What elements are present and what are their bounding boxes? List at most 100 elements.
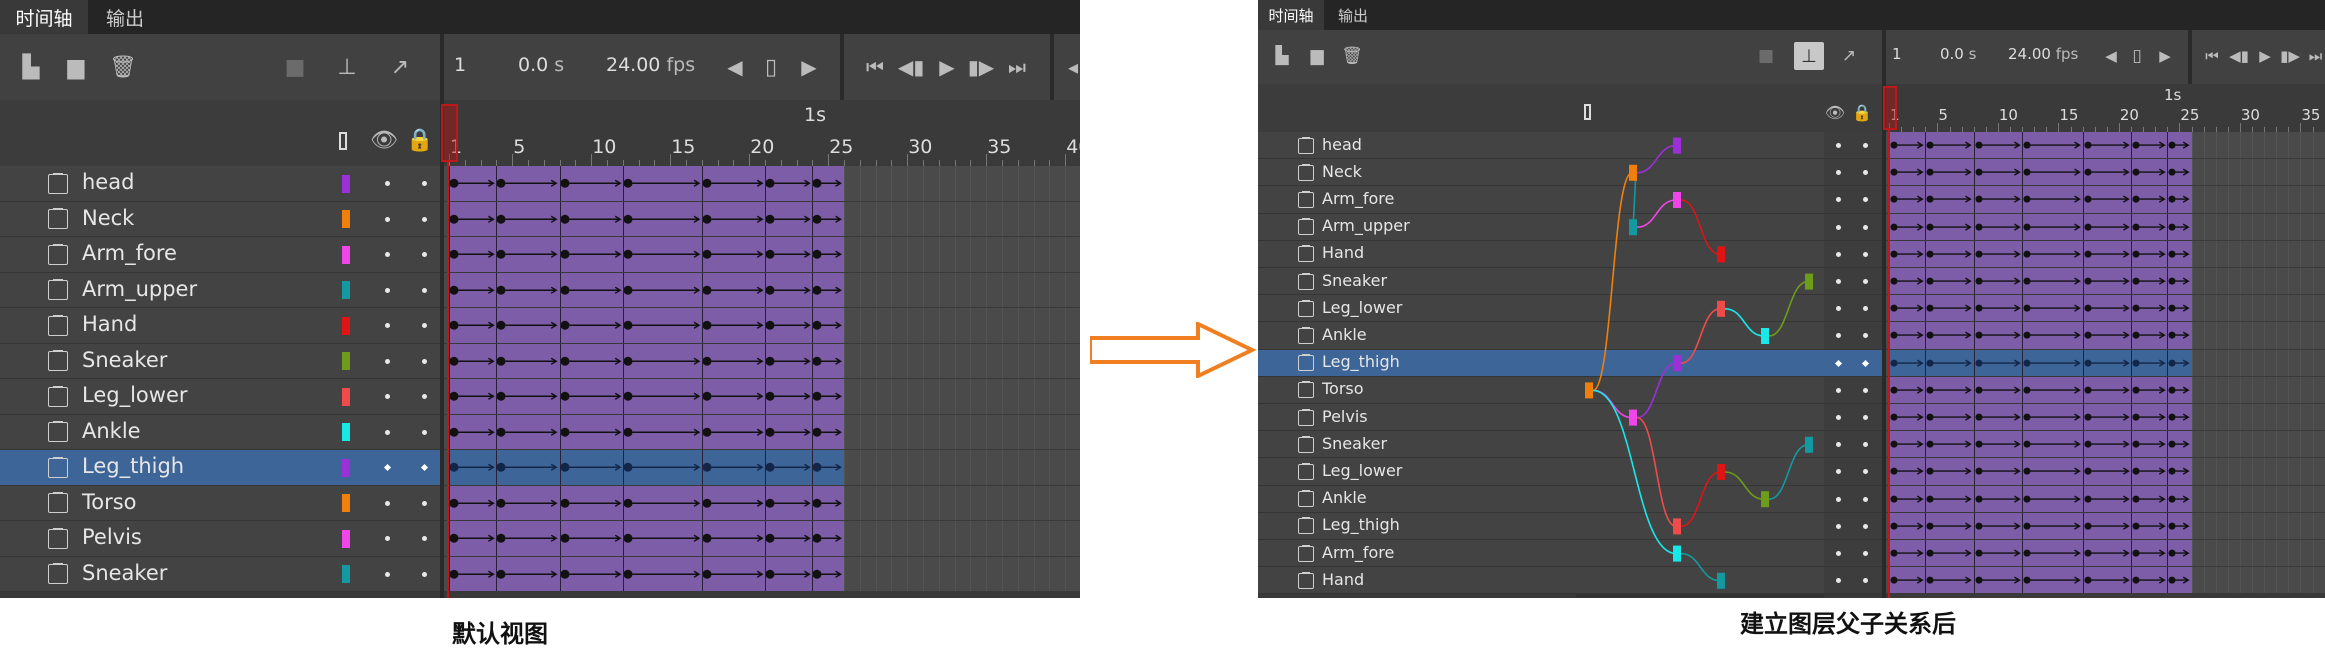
frame-row[interactable] [444,201,1080,236]
parent-node-swatch[interactable] [1629,409,1637,426]
camera-icon[interactable]: ■ [280,54,310,80]
keyframe-segment[interactable] [559,272,623,307]
keyframe-segment[interactable] [496,201,559,236]
lock-dot[interactable] [422,252,427,258]
lock-dot[interactable] [422,394,427,400]
layer-color-swatch[interactable] [342,529,350,548]
keyframe-segment[interactable] [622,308,702,343]
layer-color-swatch[interactable] [342,316,350,335]
lock-dot[interactable] [422,500,427,506]
keyframe-segment[interactable] [559,166,623,201]
graph-icon[interactable]: ↗ [386,54,414,80]
keyframe-segment[interactable] [496,414,559,449]
keyframe-segment[interactable] [496,308,559,343]
more-icon[interactable]: ◂ [1066,54,1080,80]
tween-span[interactable] [449,485,844,520]
highlight-icon[interactable] [339,132,347,150]
lock-dot[interactable] [422,358,427,364]
keyframe-segment[interactable] [622,201,702,236]
parent-node-swatch[interactable] [1673,355,1681,372]
lock-dot[interactable] [422,429,427,435]
keyframe-segment[interactable] [812,308,844,343]
layer-color-swatch[interactable] [342,281,350,300]
keyframe-segment[interactable] [622,485,702,520]
layer-row[interactable]: head [0,166,440,202]
keyframe-segment[interactable] [449,272,496,307]
frame-row[interactable] [444,343,1080,378]
frame-rate[interactable]: 24.00 fps [606,54,695,76]
keyframe-segment[interactable] [701,414,765,449]
step-back-icon[interactable]: ◀ [724,54,746,80]
keyframe-segment[interactable] [812,272,844,307]
visibility-dot[interactable] [385,500,390,506]
frame-row[interactable] [444,556,1080,591]
frame-ruler[interactable]: 1s 1510152025303540 [444,100,1080,166]
keyframe-segment[interactable] [701,450,765,485]
keyframe-segment[interactable] [559,237,623,272]
current-frame[interactable]: 1 [454,54,466,76]
parent-node-swatch[interactable] [1717,464,1725,480]
keyframe-segment[interactable] [812,521,844,556]
keyframe-segment[interactable] [701,308,765,343]
keyframe-segment[interactable] [701,556,765,591]
step-forward-icon[interactable]: ▶ [798,54,820,80]
visibility-dot[interactable] [385,323,390,329]
tween-span[interactable] [449,201,844,236]
keyframe-segment[interactable] [449,237,496,272]
frame-row[interactable] [444,414,1080,449]
keyframe-segment[interactable] [701,272,765,307]
new-folder-icon[interactable]: ▆ [62,54,90,80]
keyframe-segment[interactable] [622,379,702,414]
tween-span[interactable] [449,379,844,414]
keyframe-segment[interactable] [449,521,496,556]
keyframe-segment[interactable] [812,556,844,591]
keyframe-segment[interactable] [812,485,844,520]
keyframe-segment[interactable] [812,450,844,485]
lock-dot[interactable] [420,464,429,472]
layer-name[interactable]: Pelvis [82,525,142,549]
layer-color-swatch[interactable] [342,210,350,229]
parent-node-swatch[interactable] [1673,545,1681,562]
keyframe-segment[interactable] [812,414,844,449]
layer-color-swatch[interactable] [342,423,350,442]
keyframe-segment[interactable] [622,272,702,307]
lock-dot[interactable] [422,571,427,577]
parent-node-swatch[interactable] [1673,192,1681,208]
layer-name[interactable]: Ankle [82,419,141,443]
layer-color-swatch[interactable] [342,352,350,371]
keyframe-segment[interactable] [449,343,496,378]
keyframe-segment[interactable] [765,166,812,201]
tween-span[interactable] [449,237,844,272]
keyframe-segment[interactable] [622,556,702,591]
keyframe-segment[interactable] [812,343,844,378]
tween-span[interactable] [449,308,844,343]
keyframe-segment[interactable] [496,556,559,591]
layer-color-swatch[interactable] [342,565,350,584]
keyframe-segment[interactable] [812,201,844,236]
lock-dot[interactable] [422,216,427,222]
keyframe-segment[interactable] [559,450,623,485]
layer-row[interactable]: Ankle [0,414,440,450]
layer-row[interactable]: Sneaker [0,556,440,592]
layer-name[interactable]: Sneaker [82,348,167,372]
keyframe-segment[interactable] [765,556,812,591]
keyframe-segment[interactable] [765,237,812,272]
keyframe-segment[interactable] [559,414,623,449]
tween-span[interactable] [449,166,844,201]
tween-span[interactable] [449,556,844,591]
visibility-dot[interactable] [385,358,390,364]
keyframe-segment[interactable] [622,343,702,378]
keyframe-segment[interactable] [559,556,623,591]
tween-span[interactable] [449,414,844,449]
layer-row[interactable]: Pelvis [0,521,440,557]
keyframe-segment[interactable] [765,308,812,343]
keyframe-segment[interactable] [701,237,765,272]
layer-color-swatch[interactable] [342,245,350,264]
keyframe-segment[interactable] [701,201,765,236]
keyframe-segment[interactable] [701,521,765,556]
frame-row[interactable] [444,485,1080,520]
frame-row[interactable] [444,308,1080,343]
parent-node-swatch[interactable] [1673,137,1681,154]
lock-dot[interactable] [422,536,427,542]
keyframe-segment[interactable] [559,201,623,236]
